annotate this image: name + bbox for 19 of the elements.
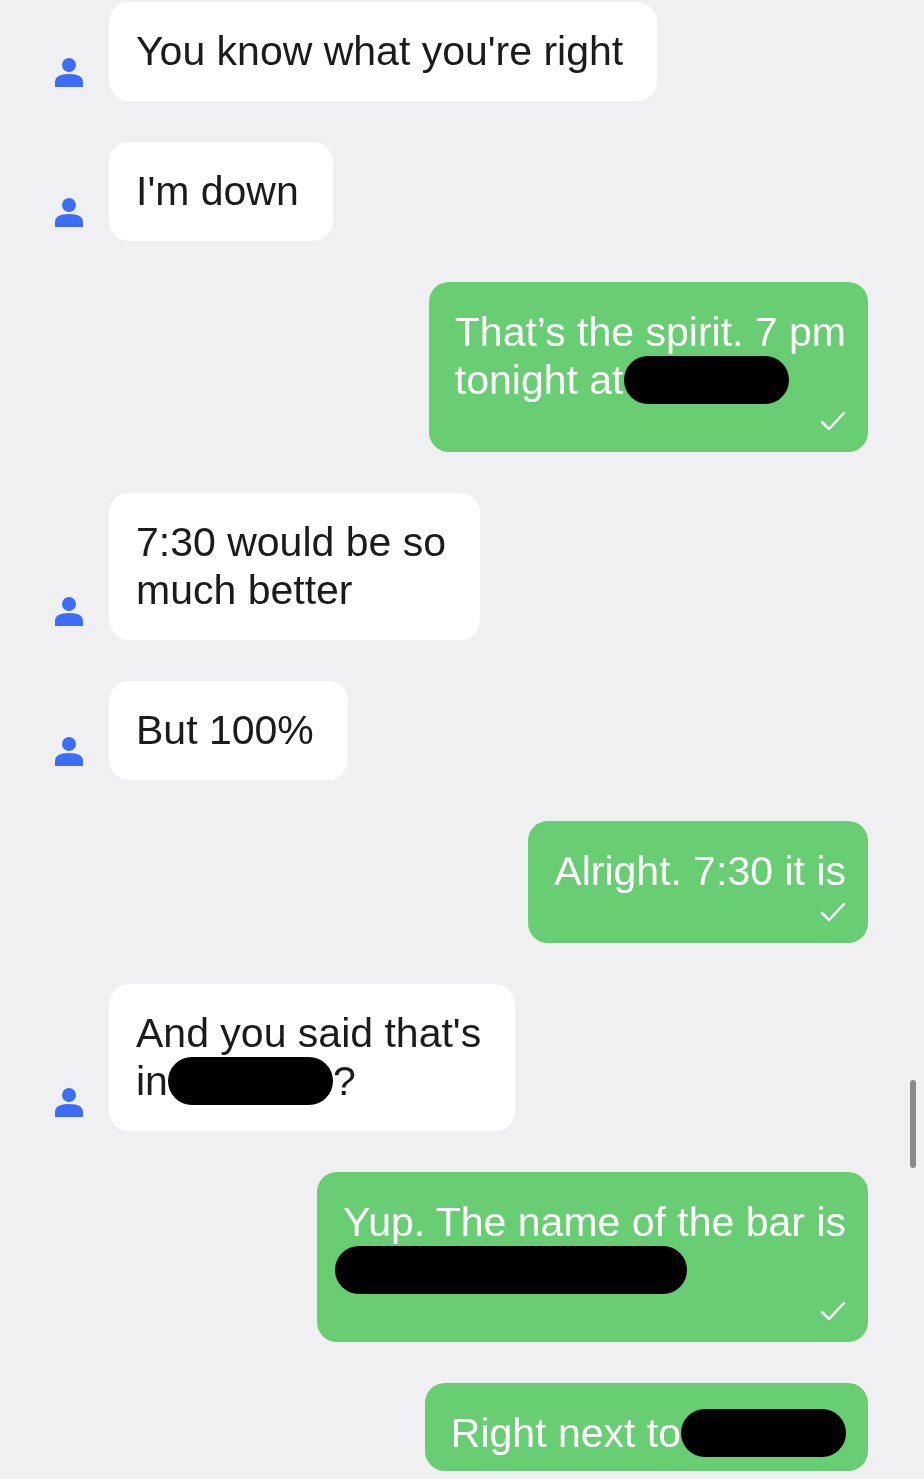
message-text: But 100% (136, 706, 314, 754)
person-icon (55, 1087, 83, 1117)
message-text: You know what you're right (136, 27, 624, 75)
message-text: Right next to (450, 1409, 681, 1457)
person-icon (55, 197, 83, 227)
scrollbar[interactable] (910, 1080, 916, 1168)
person-icon (55, 596, 83, 626)
person-icon (55, 57, 83, 87)
message-text: And you said that's (136, 1009, 482, 1057)
message-text: Yup. The name of the bar is (343, 1198, 846, 1246)
person-icon (55, 736, 83, 766)
message-text: 7:30 would be so (136, 518, 446, 566)
message-text: in (136, 1057, 168, 1105)
message-text: tonight at (454, 356, 624, 404)
message-text: That’s the spirit. 7 pm (454, 308, 846, 356)
message-text: I'm down (136, 167, 299, 215)
message-text: Alright. 7:30 it is (554, 847, 846, 895)
message-text: ? (332, 1057, 356, 1105)
message-text: much better (136, 566, 353, 614)
